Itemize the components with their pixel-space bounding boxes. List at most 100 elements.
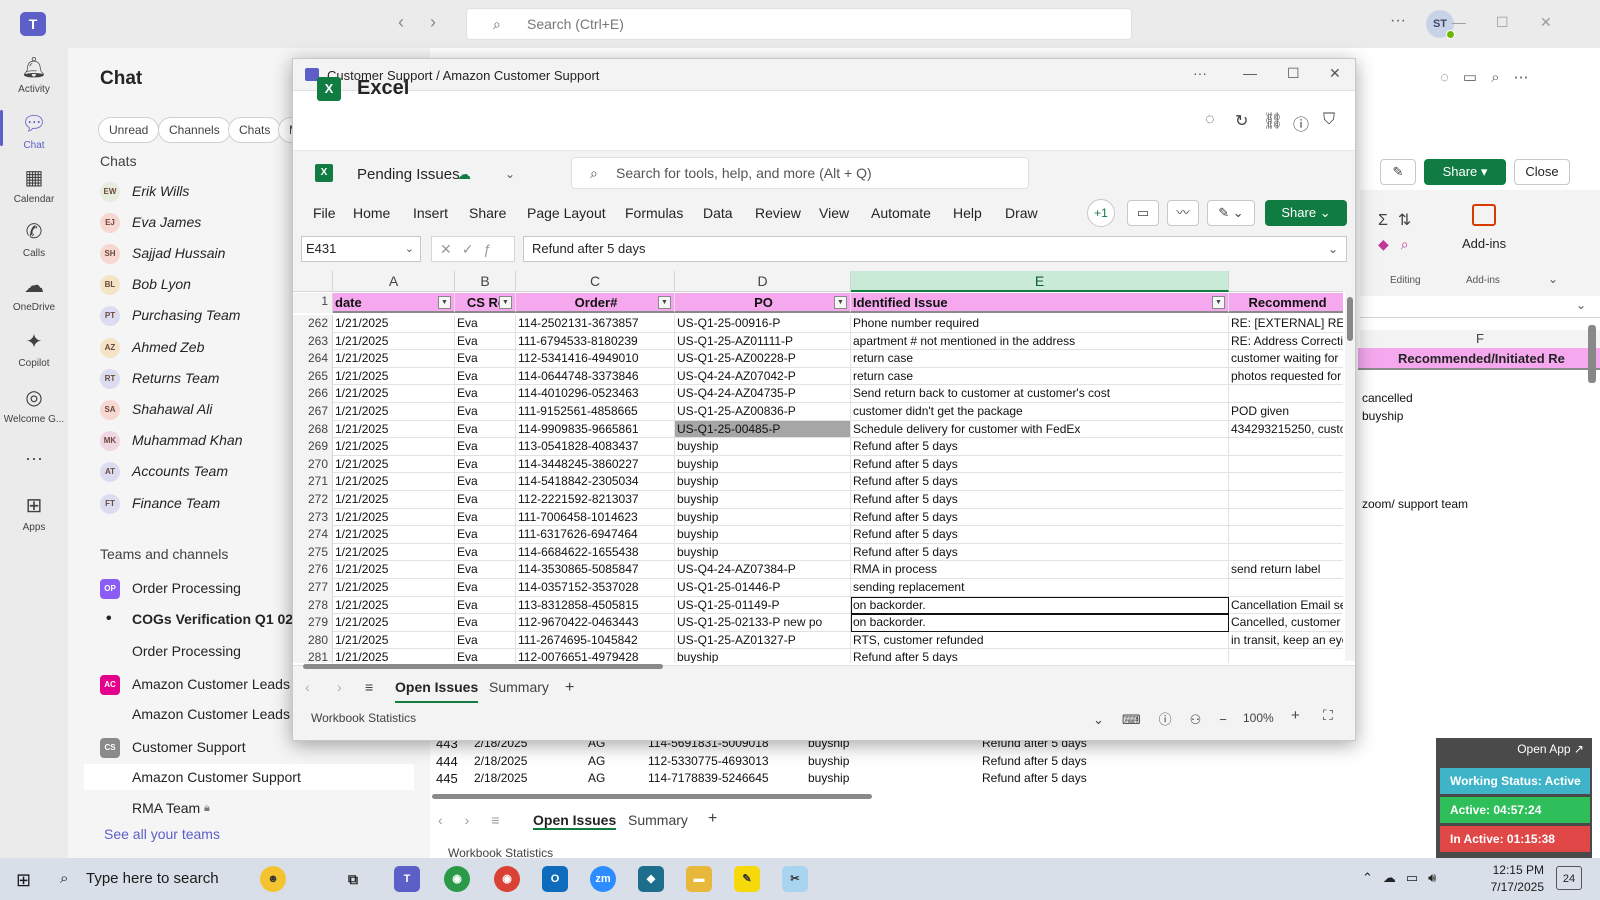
table-cell[interactable]: 1/21/2025 [333, 332, 455, 351]
menu-insert[interactable]: Insert [413, 205, 448, 221]
table-cell[interactable]: 114-2502131-3673857 [516, 315, 675, 333]
bg-tab-summary[interactable]: Summary [628, 812, 688, 828]
excel-search-input[interactable]: ⌕ Search for tools, help, and more (Alt +… [571, 157, 1029, 189]
table-cell[interactable]: 112-5341416-4949010 [516, 350, 675, 368]
filter-chats[interactable]: Chats [228, 117, 282, 143]
select-all-corner[interactable] [293, 271, 333, 292]
table-cell[interactable] [1229, 385, 1343, 403]
table-cell[interactable]: 111-7006458-1014623 [516, 508, 675, 527]
table-cell[interactable]: Refund after 5 days [851, 455, 1229, 474]
column-header[interactable]: E [851, 271, 1229, 292]
table-cell[interactable]: Send return back to customer at customer… [851, 385, 1229, 403]
column-header[interactable]: C [516, 271, 675, 292]
table-cell[interactable]: 1/21/2025 [333, 385, 455, 403]
bg-horizontal-scrollbar[interactable] [432, 794, 872, 799]
table-cell[interactable]: 1/21/2025 [333, 438, 455, 456]
table-cell[interactable]: 114-4010296-0523463 [516, 385, 675, 403]
bg-row-number[interactable]: 444 [436, 754, 458, 769]
table-cell[interactable]: 1/21/2025 [333, 455, 455, 474]
row-number[interactable]: 263 [293, 332, 333, 351]
table-cell[interactable]: Eva [455, 367, 516, 386]
window-more-icon[interactable]: ··· [1193, 65, 1207, 81]
spreadsheet-grid[interactable]: A B C D E 1 date ▼ CS Re ▼ Order# ▼ PO ▼ Identified Is… [293, 271, 1343, 663]
table-cell[interactable]: US-Q1-25-00485-P [675, 420, 851, 439]
table-cell[interactable]: Refund after 5 days [851, 491, 1229, 509]
table-cell[interactable]: 1/21/2025 [333, 614, 455, 632]
channel-rma-team[interactable]: RMA Team 🔒︎ [100, 795, 410, 821]
menu-help[interactable]: Help [953, 205, 982, 221]
bg-ribbon-collapse-icon[interactable]: ⌄ [1548, 272, 1558, 286]
table-cell[interactable]: photos requested for [1229, 368, 1343, 386]
table-cell[interactable] [1229, 526, 1343, 544]
filter-channels[interactable]: Channels [158, 117, 231, 143]
edit-mode-icon[interactable]: ✎ ⌄ [1207, 200, 1255, 226]
rail-onedrive[interactable]: ☁ OneDrive [0, 274, 68, 313]
table-cell[interactable]: 1/21/2025 [333, 561, 455, 579]
menu-home[interactable]: Home [353, 205, 390, 221]
refresh-icon[interactable]: ↻ [1235, 111, 1248, 131]
table-cell[interactable]: Eva [455, 526, 516, 544]
table-cell[interactable] [1229, 491, 1343, 509]
taskbar-search-input[interactable]: ⌕ Type here to search [56, 864, 286, 896]
table-cell[interactable]: RE: [EXTERNAL] RE: T [1229, 315, 1343, 333]
table-cell[interactable]: 1/21/2025 [333, 631, 455, 650]
row-number[interactable]: 277 [293, 579, 333, 597]
tab-open-issues[interactable]: Open Issues [395, 679, 479, 703]
row-number[interactable]: 267 [293, 403, 333, 421]
share-button[interactable]: Share ⌄ [1265, 200, 1347, 226]
channel-amazon-customer-support[interactable]: Amazon Customer Support [84, 764, 414, 790]
table-cell[interactable]: 114-0644748-3373846 [516, 367, 675, 386]
link-icon[interactable]: ⛓︎ [1263, 111, 1283, 131]
windows-start-icon[interactable]: ⊞ [16, 870, 31, 891]
table-cell[interactable]: Schedule delivery for customer with FedE… [851, 420, 1229, 439]
rail-calls[interactable]: ✆ Calls [0, 220, 68, 259]
table-cell[interactable]: Eva [455, 649, 516, 663]
table-cell[interactable]: Eva [455, 508, 516, 527]
table-cell[interactable]: return case [851, 367, 1229, 386]
bg-table-cell[interactable]: buyship [808, 771, 849, 785]
row-number[interactable]: 269 [293, 438, 333, 456]
table-cell[interactable]: Refund after 5 days [851, 508, 1229, 527]
bg-edit-mode-button[interactable]: ✎ [1380, 159, 1416, 185]
table-cell[interactable]: on backorder. [851, 614, 1229, 632]
table-cell[interactable]: 1/21/2025 [333, 473, 455, 491]
table-cell[interactable]: POD given [1229, 403, 1343, 421]
table-cell[interactable]: 1/21/2025 [333, 367, 455, 386]
table-header-cell[interactable]: Recommend [1229, 293, 1343, 313]
rail-copilot[interactable]: ✦ Copilot [0, 330, 68, 369]
row-number[interactable]: 273 [293, 508, 333, 527]
table-cell[interactable]: 112-2221592-8213037 [516, 491, 675, 509]
table-cell[interactable]: 1/21/2025 [333, 491, 455, 509]
row-number[interactable]: 264 [293, 350, 333, 368]
table-cell[interactable]: 1/21/2025 [333, 579, 455, 597]
bg-f-cell[interactable]: zoom/ support team [1362, 497, 1468, 511]
table-cell[interactable]: 1/21/2025 [333, 508, 455, 527]
row-number[interactable]: 270 [293, 455, 333, 474]
menu-view[interactable]: View [819, 205, 849, 221]
row-number[interactable]: 275 [293, 543, 333, 562]
table-cell[interactable]: Eva [455, 579, 516, 597]
chrome-icon[interactable]: ◉ [444, 866, 470, 892]
table-cell[interactable]: 114-6684622-1655438 [516, 543, 675, 562]
table-cell[interactable]: Eva [455, 403, 516, 421]
horizontal-scrollbar[interactable] [303, 664, 663, 669]
table-cell[interactable]: 111-9152561-4858665 [516, 403, 675, 421]
table-cell[interactable]: on backorder. [851, 596, 1229, 615]
window-maximize-icon[interactable]: ☐ [1287, 65, 1300, 82]
filter-dropdown-icon[interactable]: ▼ [438, 296, 451, 309]
bg-clear-find-icons[interactable]: ◆⌕ [1378, 236, 1421, 253]
next-sheet-icon[interactable]: › [337, 679, 342, 695]
menu-review[interactable]: Review [755, 205, 801, 221]
table-cell[interactable]: US-Q1-25-02133-P new po [675, 614, 851, 632]
table-cell[interactable]: buyship [675, 508, 851, 527]
table-cell[interactable]: 112-9670422-0463443 [516, 614, 675, 632]
bg-table-cell[interactable]: Refund after 5 days [982, 771, 1087, 785]
table-cell[interactable]: 114-5418842-2305034 [516, 473, 675, 491]
comments-icon[interactable]: ▭ [1127, 200, 1159, 226]
task-view-icon[interactable]: ⧉ [340, 866, 366, 892]
table-cell[interactable]: Eva [455, 491, 516, 509]
zoom-icon[interactable]: zm [590, 866, 616, 892]
bg-table-cell[interactable]: 114-7178839-5246645 [648, 771, 769, 785]
table-cell[interactable]: buyship [675, 526, 851, 544]
filter-unread[interactable]: Unread [98, 117, 160, 143]
